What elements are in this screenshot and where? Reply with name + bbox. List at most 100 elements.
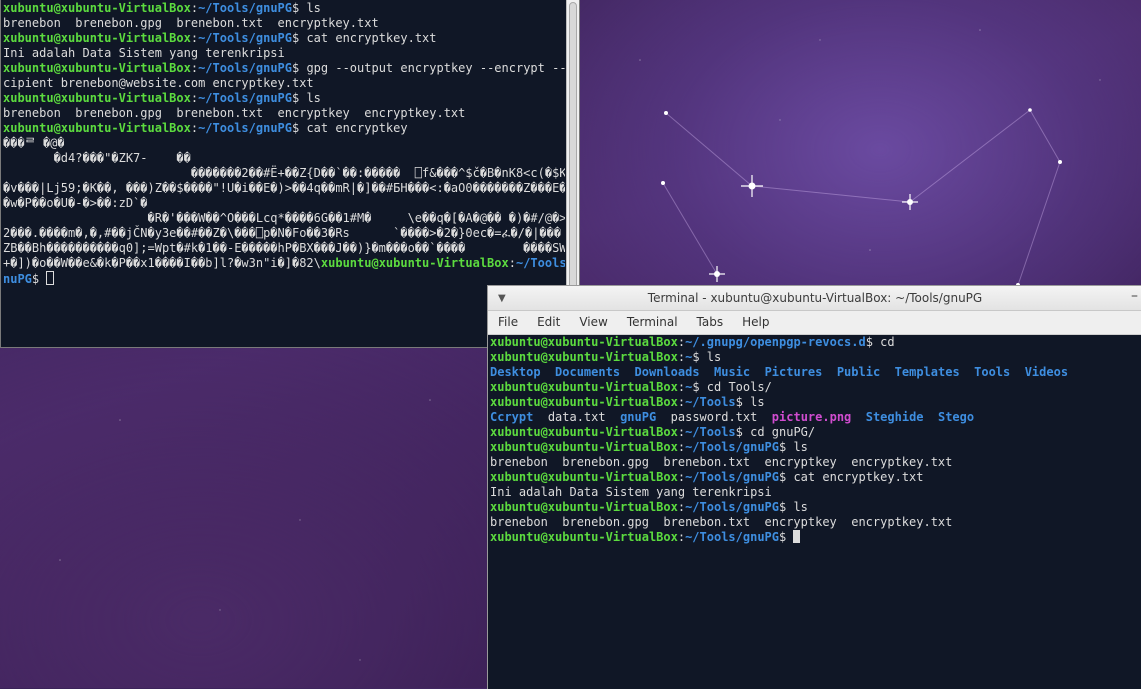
terminal-output[interactable]: xubuntu@xubuntu-VirtualBox:~/.gnupg/open… bbox=[490, 335, 1140, 689]
prompt-path: ~/Tools/gnuPG bbox=[198, 61, 292, 75]
output-text: cipient brenebon@website.com encryptkey.… bbox=[3, 76, 314, 90]
prompt-line: xubuntu@xubuntu-VirtualBox:~/Tools/gnuPG… bbox=[3, 61, 565, 76]
text-cursor bbox=[46, 271, 55, 285]
prompt-suffix: $ bbox=[779, 500, 794, 514]
prompt-path: ~/Tools bbox=[685, 425, 736, 439]
output-line: Ini adalah Data Sistem yang terenkripsi bbox=[490, 485, 1140, 500]
terminal-output[interactable]: xubuntu@xubuntu-VirtualBox:~/Tools/gnuPG… bbox=[3, 1, 565, 347]
output-text: �v���|Lj59;�K��, ���)Z��$����"!U�i��E�)>… bbox=[3, 181, 565, 195]
output-line: cipient brenebon@website.com encryptkey.… bbox=[3, 76, 565, 91]
output-line: �d4?���"�ZK7- �� bbox=[3, 151, 565, 166]
prompt-suffix: $ bbox=[779, 530, 794, 544]
prompt-user: xubuntu@xubuntu-VirtualBox bbox=[490, 395, 678, 409]
prompt-separator: : bbox=[677, 470, 686, 484]
prompt-path: ~/Tools/g bbox=[515, 256, 565, 270]
prompt-separator: : bbox=[677, 380, 686, 394]
terminal-window-active[interactable]: ▼ Terminal - xubuntu@xubuntu-VirtualBox:… bbox=[487, 285, 1141, 689]
output-text: ���ᄅ �@� bbox=[3, 136, 65, 150]
prompt-user: xubuntu@xubuntu-VirtualBox bbox=[490, 380, 678, 394]
prompt-separator: : bbox=[677, 350, 686, 364]
command-text: gpg --output encryptkey --encrypt --re bbox=[306, 61, 565, 75]
ls-entry: Videos bbox=[1024, 365, 1069, 379]
output-text: +�])�o��W��e&�k�P��x1����I��b]l?�w3n"i�]… bbox=[3, 256, 321, 270]
prompt-path: ~/Tools/gnuPG bbox=[685, 530, 779, 544]
ls-entry: Steghide bbox=[865, 410, 924, 424]
output-text: Ini adalah Data Sistem yang terenkripsi bbox=[3, 46, 285, 60]
ls-entry: data.txt bbox=[547, 410, 606, 424]
command-text: ls bbox=[306, 91, 321, 105]
prompt-suffix: $ bbox=[865, 335, 881, 349]
window-titlebar[interactable]: ▼ Terminal - xubuntu@xubuntu-VirtualBox:… bbox=[488, 286, 1141, 311]
command-text: ls bbox=[706, 350, 722, 364]
prompt-separator: : bbox=[677, 395, 686, 409]
prompt-line: xubuntu@xubuntu-VirtualBox:~/Tools/gnuPG… bbox=[3, 1, 565, 16]
output-text: �d4?���"�ZK7- �� bbox=[3, 151, 191, 165]
prompt-separator: : bbox=[677, 500, 686, 514]
output-line: �������2��#Ë+��Z{D��`��:����� ⎕f&���^$č�… bbox=[3, 166, 565, 181]
prompt-path: ~/Tools/gnuPG bbox=[685, 440, 779, 454]
ls-entry: picture.png bbox=[771, 410, 852, 424]
menu-tabs[interactable]: Tabs bbox=[687, 312, 733, 329]
ls-entry: Documents bbox=[555, 365, 621, 379]
output-line: brenebon brenebon.gpg brenebon.txt encry… bbox=[490, 455, 1140, 470]
prompt-path: ~/Tools bbox=[685, 395, 736, 409]
prompt-user: xubuntu@xubuntu-VirtualBox bbox=[490, 335, 678, 349]
prompt-user: xubuntu@xubuntu-VirtualBox bbox=[320, 256, 509, 270]
minimize-icon[interactable]: – bbox=[1131, 288, 1138, 304]
command-text: ls bbox=[793, 440, 808, 454]
menu-help[interactable]: Help bbox=[732, 312, 778, 329]
prompt-separator: : bbox=[190, 61, 199, 75]
prompt-user: xubuntu@xubuntu-VirtualBox bbox=[3, 31, 191, 45]
menu-terminal[interactable]: Terminal bbox=[617, 312, 687, 329]
prompt-path: ~/Tools/gnuPG bbox=[198, 91, 292, 105]
command-text: cat encryptkey bbox=[306, 121, 408, 135]
ls-entry: Stego bbox=[937, 410, 975, 424]
command-text: cd gnuPG/ bbox=[750, 425, 816, 439]
prompt-suffix: $ bbox=[292, 31, 307, 45]
output-text: Ini adalah Data Sistem yang terenkripsi bbox=[490, 485, 772, 499]
command-text: cd bbox=[880, 335, 895, 349]
prompt-separator: : bbox=[677, 425, 686, 439]
ls-entry: password.txt bbox=[670, 410, 758, 424]
prompt-line: xubuntu@xubuntu-VirtualBox:~$ cd Tools/ bbox=[490, 380, 1140, 395]
ls-entry: Downloads bbox=[634, 365, 700, 379]
prompt-line: xubuntu@xubuntu-VirtualBox:~/Tools/gnuPG… bbox=[490, 440, 1140, 455]
prompt-separator: : bbox=[190, 1, 199, 15]
window-title: Terminal - xubuntu@xubuntu-VirtualBox: ~… bbox=[647, 291, 983, 305]
ls-entry: Ccrypt bbox=[490, 410, 534, 424]
prompt-user: xubuntu@xubuntu-VirtualBox bbox=[3, 61, 191, 75]
prompt-user: xubuntu@xubuntu-VirtualBox bbox=[490, 440, 678, 454]
prompt-separator: : bbox=[190, 91, 199, 105]
prompt-separator: : bbox=[190, 31, 199, 45]
menu-view[interactable]: View bbox=[569, 312, 616, 329]
ls-output: Desktop Documents Downloads Music Pictur… bbox=[490, 365, 1140, 380]
prompt-line: xubuntu@xubuntu-VirtualBox:~/Tools/gnuPG… bbox=[3, 91, 565, 106]
prompt-path: ~/Tools/gnuPG bbox=[198, 121, 292, 135]
prompt-line: xubuntu@xubuntu-VirtualBox:~/Tools/gnuPG… bbox=[3, 121, 565, 136]
prompt-user: xubuntu@xubuntu-VirtualBox bbox=[490, 500, 678, 514]
prompt-user: xubuntu@xubuntu-VirtualBox bbox=[3, 91, 191, 105]
prompt-suffix: $ bbox=[735, 395, 751, 409]
menu-edit[interactable]: Edit bbox=[527, 312, 569, 329]
prompt-suffix: $ bbox=[779, 470, 794, 484]
ls-entry: Public bbox=[836, 365, 881, 379]
prompt-separator: : bbox=[677, 335, 686, 349]
prompt-user: xubuntu@xubuntu-VirtualBox bbox=[490, 530, 678, 544]
prompt-path: ~/Tools/gnuPG bbox=[198, 31, 292, 45]
output-line: brenebon brenebon.gpg brenebon.txt encry… bbox=[3, 106, 565, 121]
command-text: ls bbox=[793, 500, 808, 514]
prompt-line: xubuntu@xubuntu-VirtualBox:~/Tools/gnuPG… bbox=[490, 530, 1140, 545]
command-text: cat encryptkey.txt bbox=[306, 31, 437, 45]
prompt-line: xubuntu@xubuntu-VirtualBox:~$ ls bbox=[490, 350, 1140, 365]
prompt-suffix: $ bbox=[292, 1, 307, 15]
output-line: �R�'���W��^O���Lcq*����6G��1#M� \e��q�[�… bbox=[3, 211, 565, 226]
prompt-line: xubuntu@xubuntu-VirtualBox:~/Tools$ ls bbox=[490, 395, 1140, 410]
output-text: �w�P��o�U�-�>��:zD`� bbox=[3, 196, 148, 210]
menu-file[interactable]: File bbox=[488, 312, 527, 329]
ls-entry: Templates bbox=[894, 365, 960, 379]
prompt-path: nuPG bbox=[3, 272, 32, 286]
prompt-path: ~/Tools/gnuPG bbox=[685, 470, 779, 484]
command-text: cat encryptkey.txt bbox=[793, 470, 924, 484]
prompt-suffix: $ bbox=[292, 121, 307, 135]
prompt-separator: : bbox=[190, 121, 199, 135]
